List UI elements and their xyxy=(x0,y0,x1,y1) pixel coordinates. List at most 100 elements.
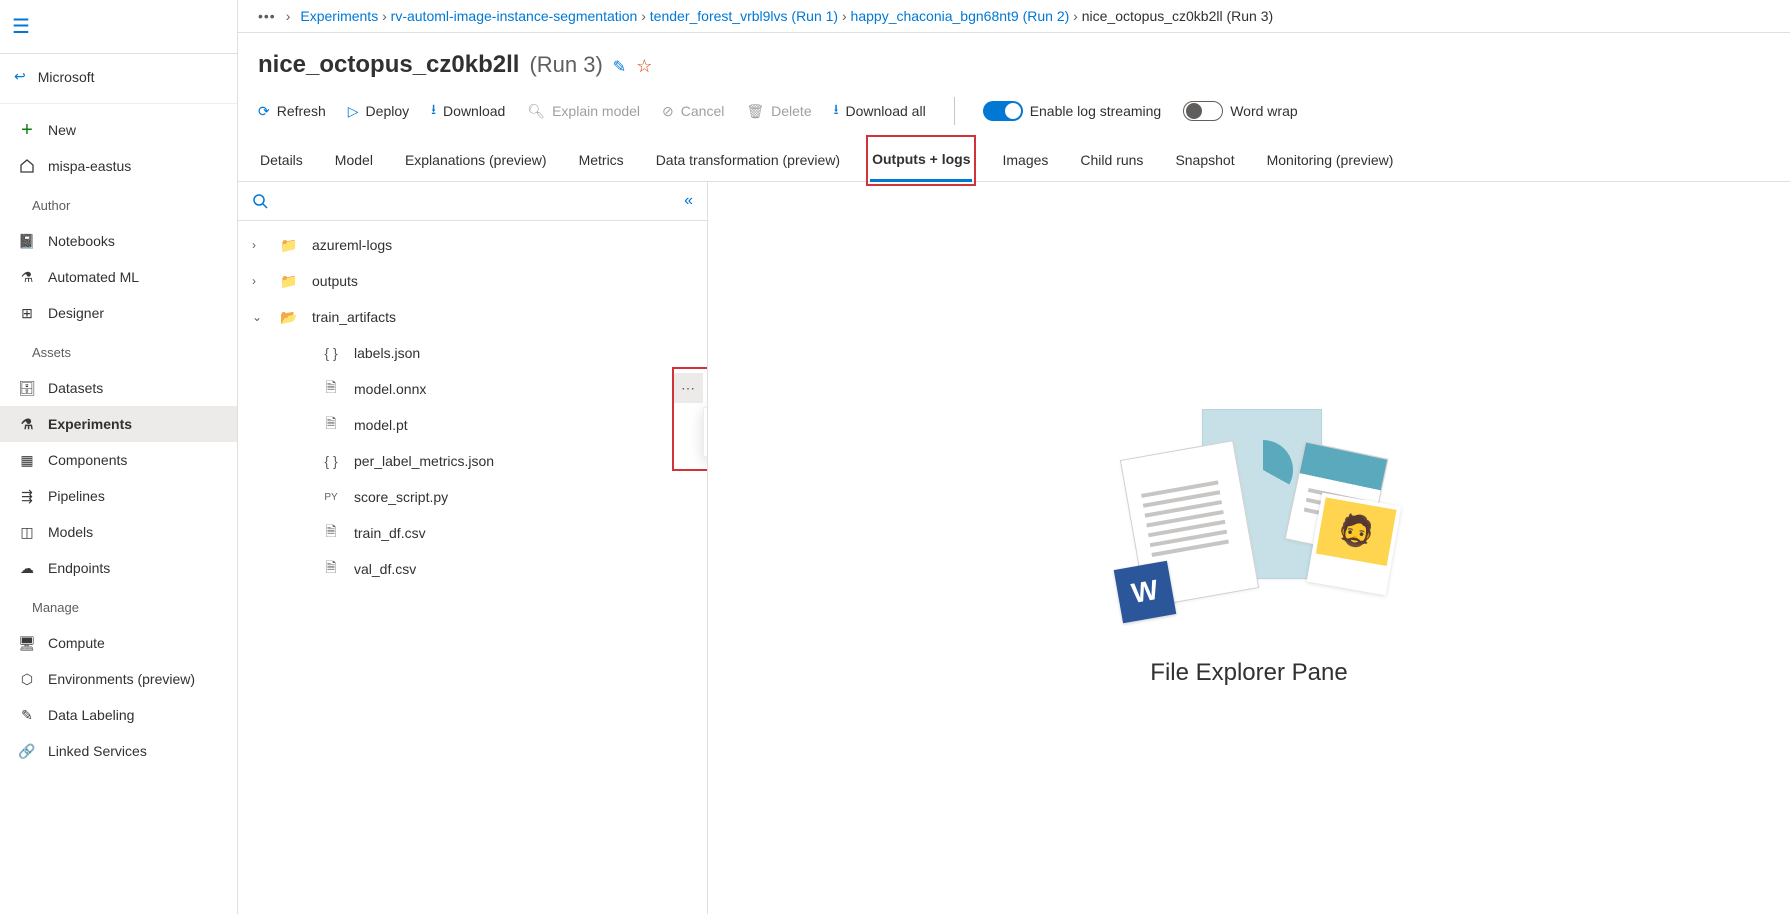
sidebar-item-datasets[interactable]: 🗄 Datasets xyxy=(0,370,237,406)
chevron-right-icon: › xyxy=(252,238,266,252)
cancel-icon: ⊘ xyxy=(662,103,674,120)
sidebar-item-automated-ml[interactable]: ⚗Automated ML xyxy=(0,259,237,295)
sidebar-item-label: Components xyxy=(48,452,127,468)
file-label: labels.json xyxy=(354,345,693,361)
sidebar-item-data-labeling[interactable]: ✎Data Labeling xyxy=(0,697,237,733)
tab-snapshot[interactable]: Snapshot xyxy=(1173,140,1236,180)
sidebar-item-label: New xyxy=(48,122,76,138)
folder-label: train_artifacts xyxy=(312,309,693,325)
notebook-icon: 📓 xyxy=(18,232,36,250)
linked-icon: 🔗 xyxy=(18,742,36,760)
sidebar-item-new[interactable]: + New xyxy=(0,112,237,148)
component-icon: ▦ xyxy=(18,451,36,469)
back-link[interactable]: ↩ Microsoft xyxy=(0,54,237,99)
tab-images[interactable]: Images xyxy=(1000,140,1050,180)
refresh-button[interactable]: ⟳Refresh xyxy=(258,103,326,120)
collapse-panel-icon[interactable]: « xyxy=(684,192,693,210)
sidebar-item-experiments[interactable]: ⚗Experiments xyxy=(0,406,237,442)
tab-model[interactable]: Model xyxy=(333,140,375,180)
file-label: model.pt xyxy=(354,417,693,433)
sidebar-item-environments-preview-[interactable]: ⬡ Environments (preview) xyxy=(0,661,237,697)
sidebar-heading-author: Author xyxy=(0,188,237,219)
csv-icon: 🗎 xyxy=(322,557,340,581)
file-tree-list: ›📁azureml-logs›📁outputs⌄📂train_artifacts… xyxy=(238,221,707,593)
experiment-icon: ⚗ xyxy=(18,415,36,433)
chevron-right-icon: › xyxy=(286,8,291,24)
designer-icon: ⊞ xyxy=(18,304,36,322)
page-title-row: nice_octopus_cz0kb2ll (Run 3) ✎ ☆ xyxy=(238,33,1790,91)
breadcrumb-item[interactable]: tender_forest_vrbl9lvs (Run 1) xyxy=(650,8,838,24)
sidebar-item-label: Automated ML xyxy=(48,269,139,285)
py-icon: PY xyxy=(322,492,340,503)
file-label: train_df.csv xyxy=(354,525,693,541)
breadcrumb-item[interactable]: Experiments xyxy=(300,8,378,24)
sidebar-item-endpoints[interactable]: ☁Endpoints xyxy=(0,550,237,586)
file-row[interactable]: PYscore_script.py xyxy=(238,479,707,515)
sidebar-item-label: Datasets xyxy=(48,380,103,396)
log-streaming-toggle[interactable]: Enable log streaming xyxy=(983,101,1162,121)
chevron-right-icon: › xyxy=(1069,8,1081,24)
file-row[interactable]: { } per_label_metrics.json xyxy=(238,443,707,479)
tab-monitoring-preview-[interactable]: Monitoring (preview) xyxy=(1265,140,1396,180)
chevron-right-icon: › xyxy=(637,8,649,24)
labeling-icon: ✎ xyxy=(18,706,36,724)
context-menu-download[interactable]: ⭳Download xyxy=(704,408,707,456)
chevron-right-icon: › xyxy=(838,8,850,24)
favorite-star-icon[interactable]: ☆ xyxy=(636,56,652,77)
model-icon: ◫ xyxy=(18,523,36,541)
tab-metrics[interactable]: Metrics xyxy=(577,140,626,180)
chevron-right-icon: › xyxy=(378,8,390,24)
file-row[interactable]: 🗎val_df.csv xyxy=(238,551,707,587)
sidebar-item-designer[interactable]: ⊞Designer xyxy=(0,295,237,331)
sidebar-heading-manage: Manage xyxy=(0,590,237,621)
tab-details[interactable]: Details xyxy=(258,140,305,180)
breadcrumb-more-icon[interactable]: ••• xyxy=(258,8,276,24)
back-arrow-icon: ↩ xyxy=(14,68,26,85)
download-all-button[interactable]: ⭳Download all xyxy=(834,99,926,123)
preview-title: File Explorer Pane xyxy=(1150,659,1347,687)
environment-icon: ⬡ xyxy=(18,670,36,688)
file-row[interactable]: 🗎train_df.csv xyxy=(238,515,707,551)
tab-child-runs[interactable]: Child runs xyxy=(1078,140,1145,180)
folder-row[interactable]: ›📁azureml-logs xyxy=(238,227,707,263)
breadcrumb-item[interactable]: rv-automl-image-instance-segmentation xyxy=(391,8,638,24)
deploy-button[interactable]: ▷Deploy xyxy=(348,103,409,120)
menu-toggle-icon[interactable]: ☰ xyxy=(8,8,229,45)
word-wrap-toggle[interactable]: Word wrap xyxy=(1183,101,1297,121)
sidebar-item-notebooks[interactable]: 📓 Notebooks xyxy=(0,223,237,259)
folder-row[interactable]: ›📁outputs xyxy=(238,263,707,299)
run-name: nice_octopus_cz0kb2ll xyxy=(258,51,519,79)
search-icon[interactable] xyxy=(252,193,268,209)
sidebar-item-components[interactable]: ▦ Components xyxy=(0,442,237,478)
more-options-button[interactable]: ⋯ xyxy=(673,373,703,403)
folder-icon: 📁 xyxy=(280,273,298,290)
tab-data-transformation-preview-[interactable]: Data transformation (preview) xyxy=(654,140,842,180)
sidebar-item-workspace[interactable]: mispa-eastus xyxy=(0,148,237,184)
file-row[interactable]: 🗎model.onnx xyxy=(238,371,707,407)
toggle-on-icon xyxy=(983,101,1023,121)
sidebar-item-pipelines[interactable]: ⇶Pipelines xyxy=(0,478,237,514)
sidebar-item-label: Environments (preview) xyxy=(48,671,195,687)
folder-row[interactable]: ⌄📂train_artifacts xyxy=(238,299,707,335)
main: ••• › Experiments › rv-automl-image-inst… xyxy=(238,0,1790,914)
chevron-down-icon: ⌄ xyxy=(252,310,266,324)
json-icon: { } xyxy=(322,453,340,469)
sidebar-item-models[interactable]: ◫Models xyxy=(0,514,237,550)
file-row[interactable]: { }labels.json xyxy=(238,335,707,371)
file-label: per_label_metrics.json xyxy=(354,453,693,469)
sidebar-item-label: Compute xyxy=(48,635,105,651)
edit-icon[interactable]: ✎ xyxy=(613,57,626,77)
tab-explanations-preview-[interactable]: Explanations (preview) xyxy=(403,140,549,180)
toolbar-separator xyxy=(954,97,955,125)
dataset-icon: 🗄 xyxy=(18,379,36,397)
breadcrumb-item[interactable]: happy_chaconia_bgn68nt9 (Run 2) xyxy=(851,8,1070,24)
sidebar-item-linked-services[interactable]: 🔗Linked Services xyxy=(0,733,237,769)
toolbar: ⟳Refresh ▷Deploy ⭳Download 🔍︎Explain mod… xyxy=(238,91,1790,139)
tab-outputs-logs[interactable]: Outputs + logs xyxy=(870,139,972,182)
download-button[interactable]: ⭳Download xyxy=(431,99,505,123)
sidebar-item-compute[interactable]: 🖥Compute xyxy=(0,625,237,661)
file-row[interactable]: 🗎model.pt xyxy=(238,407,707,443)
empty-state-illustration: 🧔 W xyxy=(1104,409,1394,629)
sidebar-item-label: Notebooks xyxy=(48,233,115,249)
home-icon xyxy=(18,157,36,175)
